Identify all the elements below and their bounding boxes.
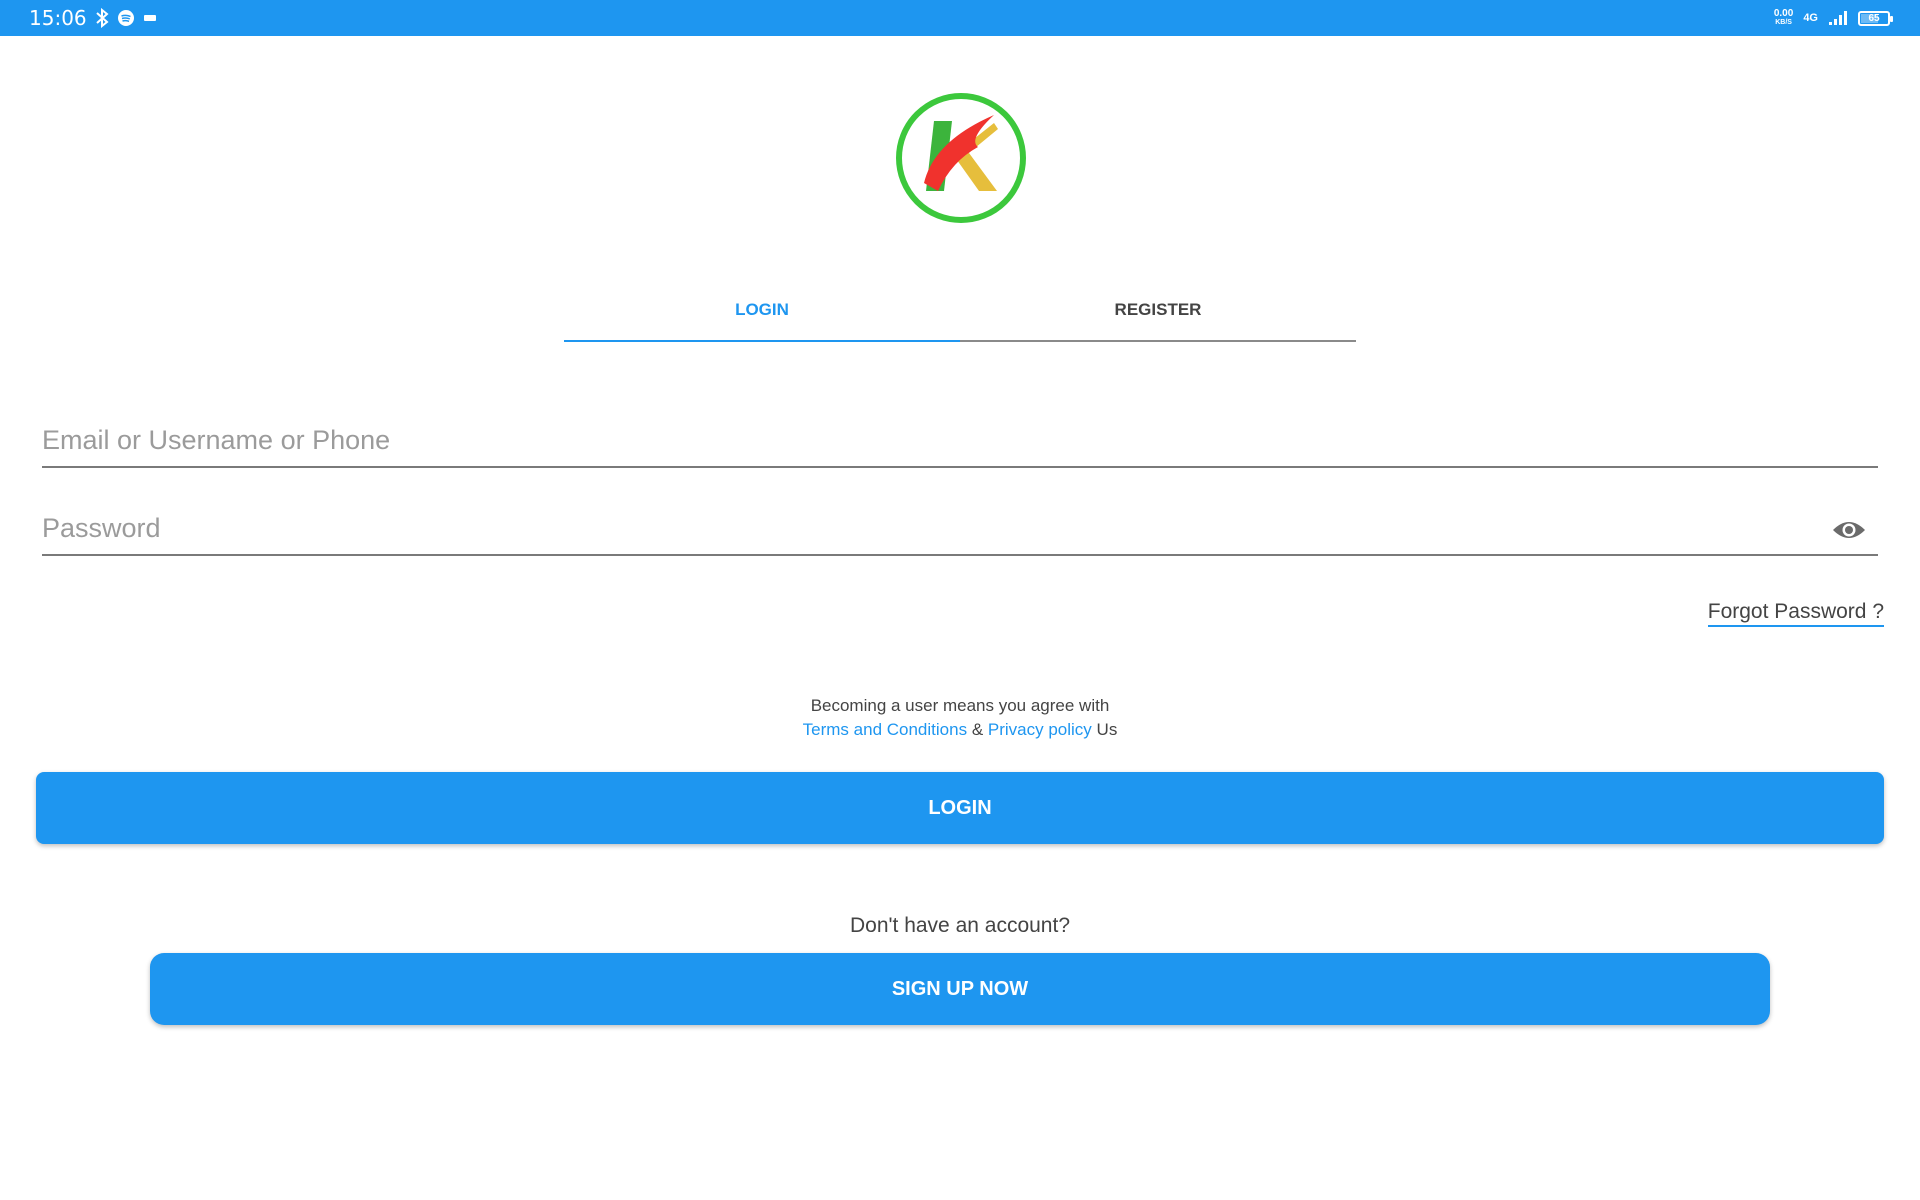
speed-unit: KB/S (1775, 19, 1792, 26)
agreement-suffix: Us (1096, 720, 1118, 739)
forgot-password-link[interactable]: Forgot Password ? (1707, 600, 1884, 627)
battery-icon: 65 (1858, 10, 1893, 26)
sign-up-button[interactable]: SIGN UP NOW (150, 953, 1770, 1025)
notification-icon (143, 13, 157, 23)
tab-register[interactable]: REGISTER (960, 280, 1356, 340)
password-field (42, 494, 1878, 556)
email-field (42, 406, 1878, 468)
show-password-icon[interactable] (1832, 518, 1866, 542)
agreement-separator: & (971, 720, 984, 739)
tab-active-indicator (564, 340, 960, 342)
login-button[interactable]: LOGIN (36, 772, 1884, 844)
status-bar: 15:06 0.00 KB/S 4G 65 (0, 0, 1920, 36)
auth-tabs: LOGIN REGISTER (564, 280, 1356, 342)
network-type: 4G (1803, 12, 1818, 24)
agreement-text: Becoming a user means you agree with (810, 696, 1110, 715)
agreement-links: Terms and Conditions & Privacy policy Us (0, 720, 1920, 740)
network-speed: 0.00 KB/S (1774, 9, 1793, 27)
no-account-text: Don't have an account? (850, 914, 1070, 937)
bluetooth-icon (95, 8, 109, 28)
email-input[interactable] (42, 420, 1878, 460)
spotify-icon (117, 9, 135, 27)
terms-link[interactable]: Terms and Conditions (803, 720, 967, 739)
status-time: 15:06 (29, 6, 87, 30)
battery-level: 65 (1868, 12, 1880, 24)
password-input[interactable] (42, 508, 1878, 548)
privacy-policy-link[interactable]: Privacy policy (988, 720, 1092, 739)
signal-icon (1828, 10, 1848, 26)
app-logo (894, 91, 1028, 225)
tab-login[interactable]: LOGIN (564, 280, 960, 340)
